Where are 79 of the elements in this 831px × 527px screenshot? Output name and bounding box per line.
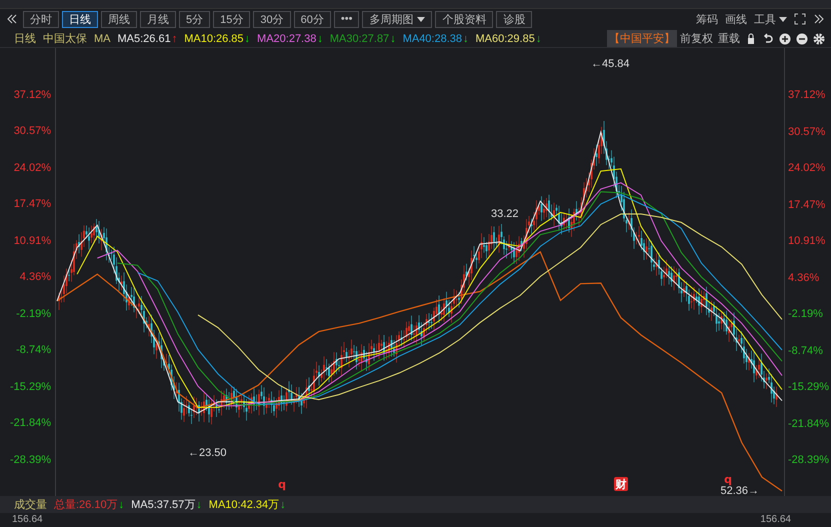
volume-title: 成交量 xyxy=(14,498,47,512)
axis-label: 156.64 xyxy=(760,514,791,526)
tool-button[interactable]: 工具 xyxy=(752,12,789,27)
undo-icon[interactable] xyxy=(762,32,774,45)
settings-icon[interactable] xyxy=(813,32,825,45)
period-tab[interactable]: 个股资料 xyxy=(435,10,494,28)
ma-value: MA5:26.61 xyxy=(118,32,171,45)
trend-arrow: ↓ xyxy=(390,32,396,45)
double-chevron-left-icon[interactable] xyxy=(6,13,18,26)
axis-label: -8.74% xyxy=(16,344,51,356)
volume-value: 总量:26.10万 xyxy=(54,498,118,512)
axis-label: -15.29% xyxy=(788,381,829,394)
trend-arrow: ↓ xyxy=(317,32,323,45)
axis-label: -28.39% xyxy=(788,454,829,466)
price-annotation: 33.22 xyxy=(491,208,519,220)
axis-label: -28.39% xyxy=(10,454,51,466)
axis-label: 4.36% xyxy=(788,272,820,284)
period-tab[interactable]: 5分 xyxy=(179,10,210,28)
period-tab[interactable]: 日线 xyxy=(62,10,98,28)
trend-arrow: ↓ xyxy=(118,498,124,511)
period-tab[interactable]: 60分 xyxy=(294,10,331,28)
stock-name: 中国太保 xyxy=(43,32,87,46)
axis-label: 37.12% xyxy=(14,88,51,101)
axis-label: 4.36% xyxy=(20,271,51,284)
trend-arrow: ↓ xyxy=(244,32,250,45)
period-tab[interactable]: 周线 xyxy=(101,10,137,28)
axis-label: 37.12% xyxy=(788,89,826,102)
tool-button[interactable]: 画线 xyxy=(723,12,749,27)
axis-label: 156.64 xyxy=(12,514,43,526)
period-tab[interactable]: 月线 xyxy=(140,10,176,28)
volume-value: MA10:42.34万 xyxy=(208,498,280,512)
axis-label: 30.57% xyxy=(14,125,51,138)
price-annotation: ←23.50 xyxy=(188,447,227,460)
trend-arrow: ↓ xyxy=(196,498,202,511)
axis-label: -8.74% xyxy=(788,344,823,357)
axis-label: 30.57% xyxy=(788,126,826,138)
ma-value: MA40:28.38 xyxy=(402,32,462,45)
axis-label: 10.91% xyxy=(14,235,51,247)
trend-arrow: ↓ xyxy=(280,498,286,511)
period-tab[interactable]: 诊股 xyxy=(496,10,532,28)
tool-button[interactable]: 筹码 xyxy=(694,12,720,27)
reload-button[interactable]: 重载 xyxy=(716,31,742,46)
axis-label: 10.91% xyxy=(788,235,826,248)
axis-label: 17.47% xyxy=(14,198,51,210)
axis-label: -2.19% xyxy=(16,308,51,320)
axis-label: 24.02% xyxy=(788,162,826,174)
axis-label: 24.02% xyxy=(14,162,51,174)
trend-arrow: ↓ xyxy=(463,32,469,45)
trend-arrow: ↓ xyxy=(536,32,542,45)
ma-value: MA60:29.85 xyxy=(476,32,535,45)
period-tab[interactable]: 多周期图 xyxy=(362,10,432,28)
period-tab[interactable]: 分时 xyxy=(23,10,59,28)
ma-value: MA10:26.85 xyxy=(184,32,244,45)
axis-label: -15.29% xyxy=(10,380,51,393)
period-tab[interactable]: 30分 xyxy=(253,10,291,28)
volume-value: MA5:37.57万 xyxy=(131,498,196,512)
period-tab[interactable]: 15分 xyxy=(213,10,250,28)
price-annotation: ←45.84 xyxy=(591,58,630,70)
double-chevron-right-icon[interactable] xyxy=(813,13,825,26)
axis-label: -21.84% xyxy=(10,417,51,430)
period-tab[interactable]: ••• xyxy=(334,10,360,28)
q-marker[interactable]: q xyxy=(278,478,286,492)
fullscreen-icon[interactable] xyxy=(794,13,806,26)
ma-value: MA30:27.87 xyxy=(330,32,390,45)
ma-value: MA20:27.38 xyxy=(257,32,316,45)
axis-label: -2.19% xyxy=(788,308,823,320)
zoom-in-icon[interactable] xyxy=(779,32,791,45)
lock-icon[interactable] xyxy=(745,32,757,45)
price-annotation: 52.36→ xyxy=(720,485,759,496)
axis-label: 17.47% xyxy=(788,198,826,211)
compare-stock-button[interactable]: 【中国平安】 xyxy=(607,30,677,48)
period-label: 日线 xyxy=(14,32,36,46)
q-marker[interactable]: q xyxy=(724,473,732,486)
indicator-name: MA xyxy=(94,32,110,45)
adjust-button[interactable]: 前复权 xyxy=(678,31,715,46)
finance-marker[interactable]: 财 xyxy=(614,477,628,492)
trend-arrow: ↑ xyxy=(172,32,178,45)
axis-label: -21.84% xyxy=(788,418,829,430)
zoom-out-icon[interactable] xyxy=(796,32,808,45)
